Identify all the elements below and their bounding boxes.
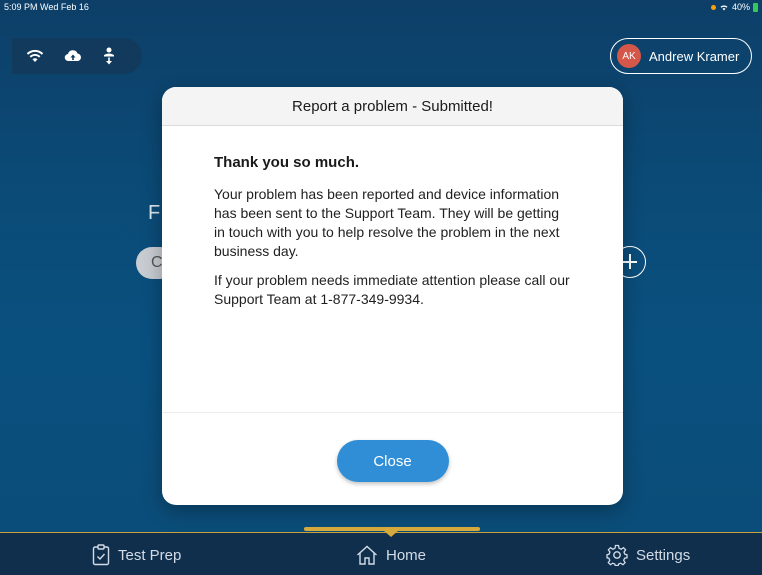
status-bar: 5:09 PM Wed Feb 16 40% <box>0 0 762 14</box>
background-partial-text: F <box>148 202 161 224</box>
battery-icon <box>753 2 758 12</box>
clipboard-check-icon <box>92 544 110 566</box>
active-tab-notch <box>383 530 399 537</box>
dialog-footer: Close <box>162 412 623 505</box>
tab-label: Home <box>386 546 427 564</box>
tab-home[interactable]: Home <box>356 540 426 570</box>
tab-settings[interactable]: Settings <box>606 540 690 570</box>
dialog-message: Your problem has been reported and devic… <box>214 186 560 259</box>
dialog-header: Report a problem - Submitted! <box>162 87 623 126</box>
person-download-icon <box>104 47 114 65</box>
user-name: Andrew Kramer <box>649 48 740 64</box>
home-icon <box>357 545 377 565</box>
dialog-title: Report a problem - Submitted! <box>292 97 493 115</box>
status-time: 5:09 PM Wed Feb 16 <box>4 2 89 12</box>
tab-label: Settings <box>636 546 691 564</box>
status-wifi-icon <box>720 5 728 11</box>
gear-icon <box>606 544 628 566</box>
close-button[interactable]: Close <box>336 440 449 482</box>
dialog-support-message: If your problem needs immediate attentio… <box>214 272 570 307</box>
recording-dot-icon <box>710 4 716 10</box>
battery-percent: 40% <box>731 2 750 12</box>
tab-test-prep[interactable]: Test Prep <box>92 540 181 570</box>
dialog-heading: Thank you so much. <box>214 154 360 171</box>
avatar: AK <box>617 44 641 68</box>
app-screen: 5:09 PM Wed Feb 16 40% AK Andrew Kramer … <box>0 0 762 575</box>
status-right: 40% <box>710 0 758 14</box>
dialog-body: Thank you so much. Your problem has been… <box>162 126 623 309</box>
report-submitted-dialog: Report a problem - Submitted! Thank you … <box>162 87 623 505</box>
user-profile-button[interactable]: AK Andrew Kramer <box>610 38 752 74</box>
tab-label: Test Prep <box>118 546 182 564</box>
connectivity-pill[interactable] <box>12 38 142 74</box>
cloud-upload-icon <box>64 50 81 62</box>
wifi-icon <box>26 49 44 62</box>
